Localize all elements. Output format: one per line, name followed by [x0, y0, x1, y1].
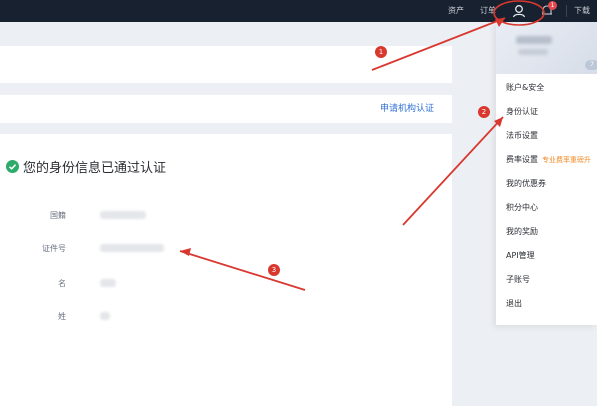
menu-item-account-security[interactable]: 账户&安全	[506, 81, 544, 95]
id-number-label: 证件号	[42, 244, 66, 253]
dropdown-profile-header: 7	[496, 22, 597, 74]
user-dropdown-menu: 7 账户&安全 身份认证 法币设置 费率设置 专业费率重磅升 我的优惠券 积分中心…	[496, 22, 597, 325]
menu-item-rewards[interactable]: 我的奖励	[506, 225, 538, 239]
level-badge: 7	[585, 60, 597, 70]
menu-item-points-center[interactable]: 积分中心	[506, 201, 538, 215]
first-name-value-redacted	[100, 279, 116, 287]
menu-item-identity-verification[interactable]: 身份认证	[506, 105, 538, 119]
nav-orders[interactable]: 订单	[480, 0, 496, 22]
last-name-label: 姓	[58, 312, 66, 321]
user-icon[interactable]	[510, 2, 528, 20]
notification-badge: 1	[548, 1, 557, 10]
last-name-value-redacted	[100, 312, 110, 320]
fee-settings-label: 费率设置	[506, 155, 538, 164]
top-navigation-bar: 资产 订单 1 下载	[0, 0, 597, 22]
verification-status: 您的身份信息已通过认证	[6, 157, 166, 176]
menu-item-sub-accounts[interactable]: 子账号	[506, 273, 530, 287]
apply-institution-link[interactable]: 申请机构认证	[380, 95, 434, 123]
institution-panel: 申请机构认证	[0, 95, 452, 123]
menu-item-logout[interactable]: 退出	[506, 297, 522, 311]
menu-item-coupons[interactable]: 我的优惠券	[506, 177, 546, 191]
step-marker-1: 1	[375, 46, 387, 58]
nav-divider	[566, 5, 567, 17]
check-circle-icon	[6, 160, 19, 173]
account-id-redacted	[518, 49, 548, 55]
nationality-value-redacted	[100, 211, 146, 219]
fee-promo-note: 专业费率重磅升	[542, 156, 591, 164]
nationality-label: 国籍	[50, 211, 66, 220]
menu-item-fiat-settings[interactable]: 法币设置	[506, 129, 538, 143]
nav-download[interactable]: 下载	[574, 0, 590, 22]
verification-status-text: 您的身份信息已通过认证	[23, 161, 167, 176]
menu-item-fee-settings[interactable]: 费率设置 专业费率重磅升	[506, 153, 591, 167]
nav-assets[interactable]: 资产	[448, 0, 464, 22]
account-name-redacted	[516, 36, 552, 44]
menu-item-api-management[interactable]: API管理	[506, 249, 535, 263]
id-number-value-redacted	[100, 244, 164, 252]
step-marker-2: 2	[478, 106, 490, 118]
step-marker-3: 3	[268, 264, 280, 276]
first-name-label: 名	[58, 279, 66, 288]
